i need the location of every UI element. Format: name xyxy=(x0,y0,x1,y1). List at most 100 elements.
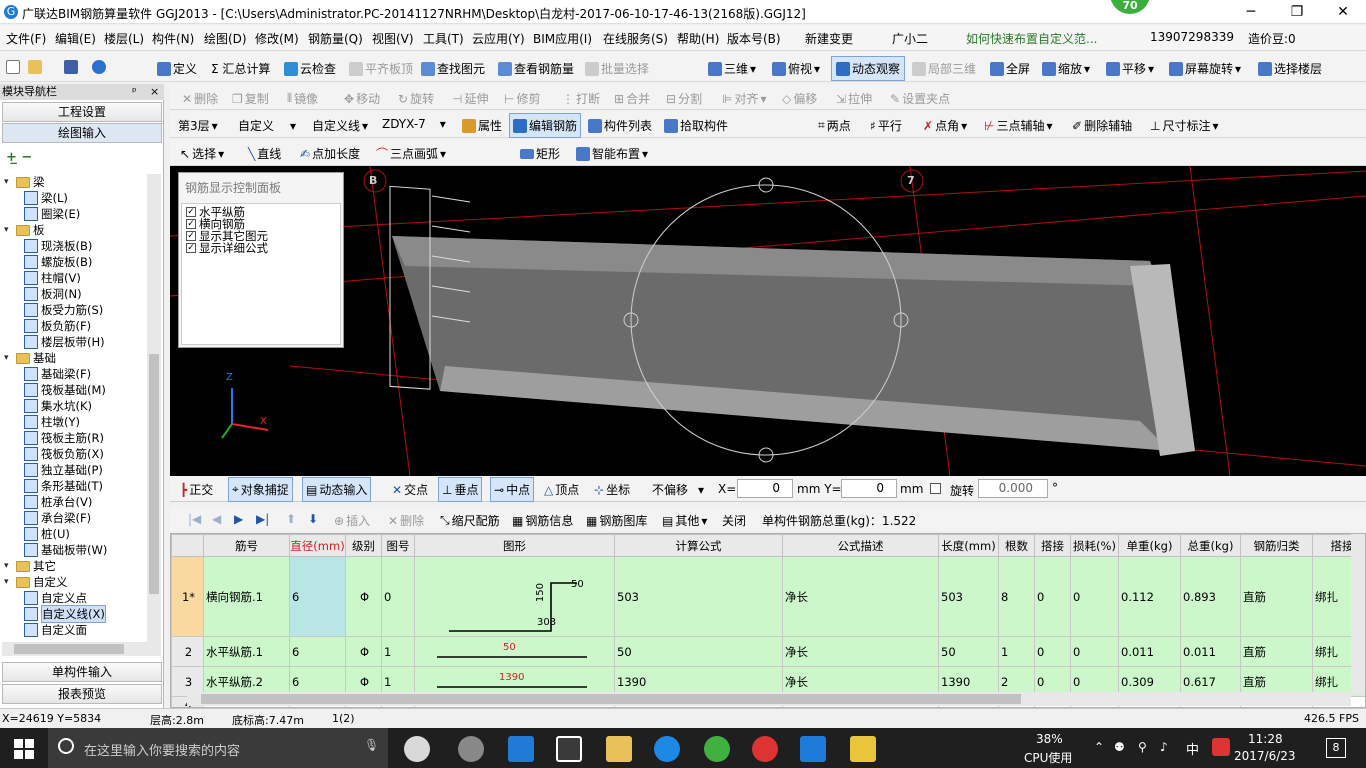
dynamic-input-toggle[interactable]: ▤ 动态输入 xyxy=(302,477,372,502)
local-3d-button[interactable]: 局部三维 xyxy=(912,60,976,77)
score-badge[interactable]: 70 xyxy=(1110,0,1150,14)
tree-item[interactable]: 柱墩(Y) xyxy=(24,414,80,430)
select-tool[interactable]: ↖ 选择 ▾ xyxy=(180,145,224,162)
set-grip-button[interactable]: ✎ 设置夹点 xyxy=(890,90,950,107)
tree-item[interactable]: 桩(U) xyxy=(24,526,70,542)
tray-up-icon[interactable]: ⌃ xyxy=(1094,740,1104,754)
menu-cloud[interactable]: 云应用(Y) xyxy=(472,30,525,47)
stretch-button[interactable]: ⇲ 拉伸 xyxy=(836,90,872,107)
zoom-button[interactable]: 缩放 ▾ xyxy=(1042,60,1090,77)
rotate-button[interactable]: ↻ 旋转 xyxy=(398,90,434,107)
split-button[interactable]: ⊟ 分割 xyxy=(666,90,702,107)
col-fig-no[interactable]: 图号 xyxy=(381,534,415,557)
delete-axis-button[interactable]: ✐ 删除辅轴 xyxy=(1072,117,1132,134)
open-folder-icon[interactable] xyxy=(28,60,42,74)
next-record-icon[interactable]: ▶ xyxy=(234,512,243,526)
tree-item[interactable]: 基础板带(W) xyxy=(24,542,107,558)
mirror-button[interactable]: ⫴ 镜像 xyxy=(287,90,318,107)
table-row[interactable]: 2 水平纵筋.1 6 Φ 1 50 50 净长 50 1 0 0 0.011 0… xyxy=(171,636,1365,667)
ime-indicator[interactable]: 中 xyxy=(1186,739,1199,758)
tree-item[interactable]: 自定义线(X) xyxy=(24,605,106,623)
copy-button[interactable]: ❐ 复制 xyxy=(232,90,269,107)
delete-button[interactable]: ✕ 删除 xyxy=(182,90,218,107)
col-loss[interactable]: 损耗(%) xyxy=(1070,534,1119,557)
windows-start-icon[interactable] xyxy=(14,739,34,759)
undo-icon[interactable] xyxy=(92,60,106,74)
menu-version[interactable]: 版本号(B) xyxy=(727,30,781,47)
flush-slab-button[interactable]: 平齐板顶 xyxy=(349,60,413,77)
tree-folder[interactable]: ▾ 基础 xyxy=(4,350,56,366)
edit-rebar-button[interactable]: 编辑钢筋 xyxy=(509,113,582,138)
pick-component-button[interactable]: 拾取构件 xyxy=(664,117,728,134)
tree-item[interactable]: 自定义点 xyxy=(24,590,87,606)
menu-view[interactable]: 视图(V) xyxy=(372,30,414,47)
3d-view-button[interactable]: 三维 ▾ xyxy=(708,60,756,77)
tree-item[interactable]: 螺旋板(B) xyxy=(24,254,92,270)
align-button[interactable]: ⊫ 对齐 ▾ xyxy=(722,90,767,107)
merge-button[interactable]: ⊞ 合并 xyxy=(614,90,650,107)
user-phone[interactable]: 13907298339 xyxy=(1150,30,1234,44)
object-snap-toggle[interactable]: ⌖ 对象捕捉 xyxy=(228,477,293,502)
col-category[interactable]: 钢筋归类 xyxy=(1240,534,1313,557)
menu-modify[interactable]: 修改(M) xyxy=(255,30,299,47)
define-button[interactable]: 定义 xyxy=(157,60,197,77)
summary-calc-button[interactable]: Σ 汇总计算 xyxy=(211,60,270,77)
explorer-icon[interactable] xyxy=(606,736,632,762)
break-button[interactable]: ⋮ 打断 xyxy=(562,90,600,107)
col-unit-weight[interactable]: 单重(kg) xyxy=(1118,534,1181,557)
glodon-green-icon[interactable] xyxy=(704,736,730,762)
menu-file[interactable]: 文件(F) xyxy=(6,30,46,47)
find-element-button[interactable]: 查找图元 xyxy=(421,60,485,77)
tree-item[interactable]: 板受力筋(S) xyxy=(24,302,103,318)
tree-item[interactable]: 条形基础(T) xyxy=(24,478,103,494)
component-list-button[interactable]: 构件列表 xyxy=(588,117,652,134)
checkbox-show-formula[interactable]: ✓ 显示详细公式 xyxy=(186,242,268,254)
top-view-button[interactable]: 俯视 ▾ xyxy=(772,60,820,77)
grid-v-scrollbar[interactable] xyxy=(1351,534,1365,694)
trim-button[interactable]: ⊢ 修剪 xyxy=(504,90,540,107)
tree-folder[interactable]: ▾ 自定义 xyxy=(4,574,68,590)
fullscreen-button[interactable]: 全屏 xyxy=(990,60,1030,77)
table-row[interactable]: 1* 横向钢筋.1 6 Φ 0 150 50 303 503 净长 503 8 … xyxy=(171,556,1365,637)
tree-item[interactable]: 筏板主筋(R) xyxy=(24,430,104,446)
floor-select[interactable]: 第3层 ▾ xyxy=(178,117,218,134)
glodon-red-icon[interactable] xyxy=(752,736,778,762)
notes-icon[interactable] xyxy=(850,736,876,762)
move-button[interactable]: ✥ 移动 xyxy=(344,90,380,107)
tree-item[interactable]: 筏板负筋(X) xyxy=(24,446,104,462)
col-length[interactable]: 长度(mm) xyxy=(938,534,999,557)
col-bar-no[interactable]: 筋号 xyxy=(203,534,290,557)
line-tool[interactable]: ╲ 直线 xyxy=(248,145,281,162)
code-select[interactable]: ZDYX-7 ▾ xyxy=(382,117,446,131)
three-point-axis-button[interactable]: ⊬ 三点辅轴 ▾ xyxy=(984,117,1053,134)
expand-icon[interactable]: ▾ xyxy=(4,577,13,587)
close-grid-button[interactable]: 关闭 xyxy=(722,512,746,529)
screen-rotate-button[interactable]: 屏幕旋转 ▾ xyxy=(1169,60,1241,77)
tree-item[interactable]: 板洞(N) xyxy=(24,286,82,302)
tree-scrollbar[interactable] xyxy=(147,174,161,642)
new-file-icon[interactable] xyxy=(6,60,20,74)
expand-icon[interactable]: ▾ xyxy=(4,353,13,363)
type-select[interactable]: 自定义 ▾ xyxy=(238,117,296,134)
menu-tools[interactable]: 工具(T) xyxy=(423,30,464,47)
rectangle-tool[interactable]: 矩形 xyxy=(520,145,560,162)
delete-row-button[interactable]: ✕ 删除 xyxy=(388,512,424,529)
offset-select[interactable]: 不偏移 ▾ xyxy=(652,481,704,498)
col-grade[interactable]: 级别 xyxy=(345,534,382,557)
tree-item[interactable]: 桩承台(V) xyxy=(24,494,92,510)
dimension-button[interactable]: ⊥ 尺寸标注 ▾ xyxy=(1150,117,1219,134)
scale-rebar-button[interactable]: ⤡ 缩尺配筋 xyxy=(440,512,500,529)
tree-item[interactable]: 圈梁(E) xyxy=(24,206,80,222)
dynamic-observe-button[interactable]: 动态观察 xyxy=(831,56,906,81)
menu-online[interactable]: 在线服务(S) xyxy=(603,30,668,47)
col-formula[interactable]: 计算公式 xyxy=(614,534,783,557)
browser-icon[interactable] xyxy=(458,736,484,762)
intersection-snap[interactable]: ✕ 交点 xyxy=(392,481,428,498)
col-lap[interactable]: 搭接 xyxy=(1034,534,1071,557)
menu-draw[interactable]: 绘图(D) xyxy=(204,30,247,47)
taskbar-search[interactable]: 在这里输入你要搜索的内容 🎙 xyxy=(48,728,388,768)
col-total-weight[interactable]: 总重(kg) xyxy=(1180,534,1241,557)
save-icon[interactable] xyxy=(64,60,78,74)
col-count[interactable]: 根数 xyxy=(998,534,1035,557)
notification-icon[interactable]: 8 xyxy=(1326,738,1346,758)
